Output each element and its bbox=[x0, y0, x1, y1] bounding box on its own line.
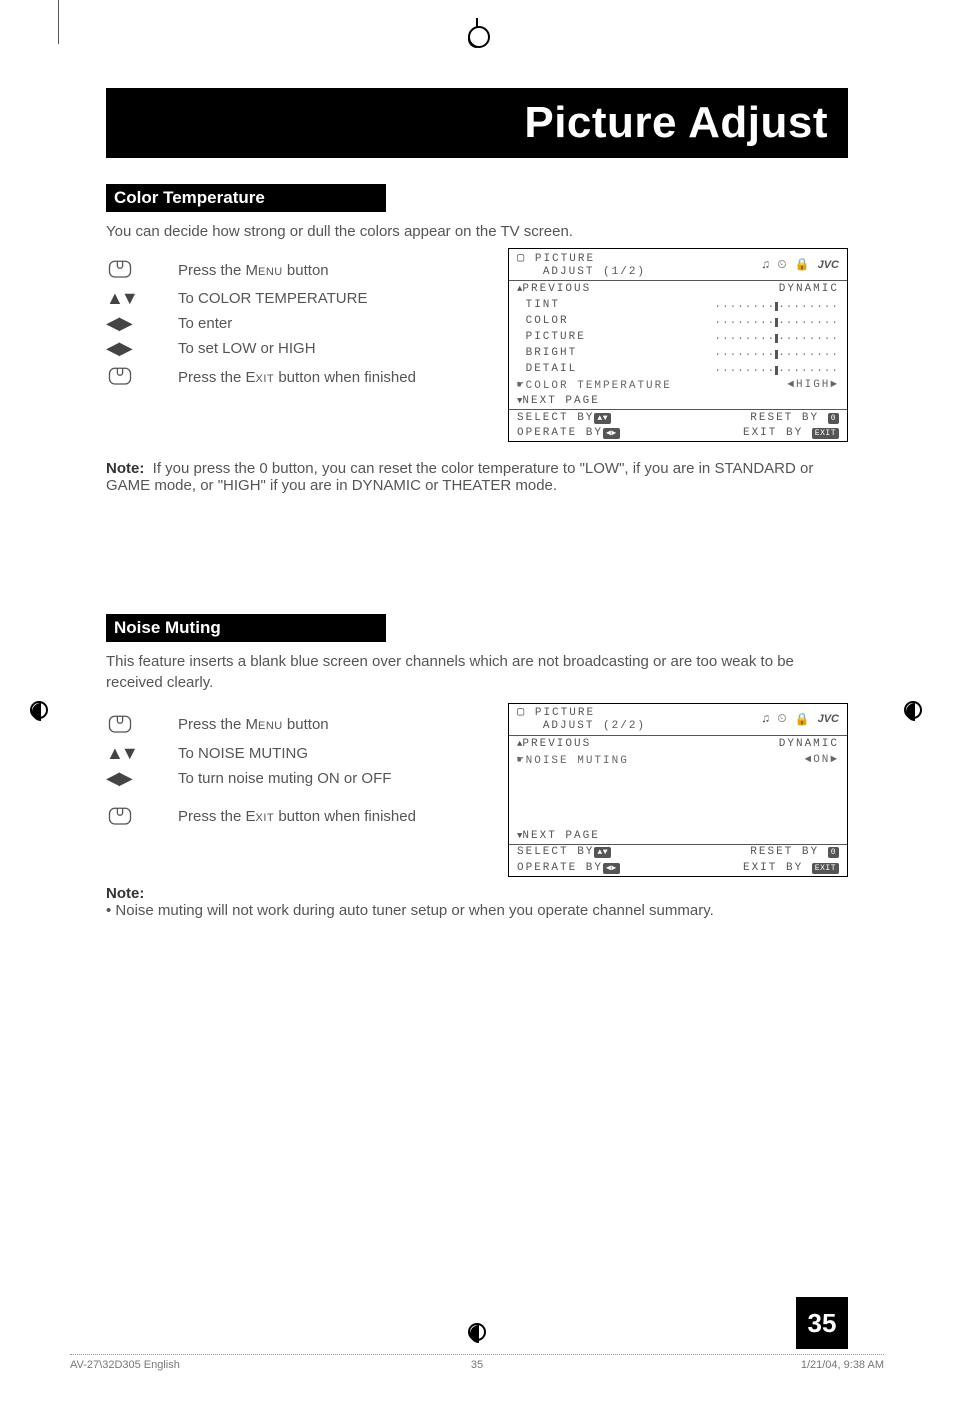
press-button-icon bbox=[106, 803, 152, 831]
osd-subtitle: ADJUST (1/2) bbox=[543, 266, 646, 278]
footer-mid: 35 bbox=[471, 1359, 483, 1371]
step-text: To turn noise muting ON or OFF bbox=[178, 770, 391, 787]
page-number: 35 bbox=[796, 1297, 848, 1349]
osd-title: PICTURE bbox=[535, 707, 595, 719]
press-button-icon bbox=[106, 256, 152, 284]
note-bullet: • Noise muting will not work during auto… bbox=[106, 902, 714, 919]
jvc-logo: JVC bbox=[818, 713, 839, 725]
step-text: Press the Exit button when finished bbox=[178, 808, 416, 825]
osd-title: PICTURE bbox=[535, 253, 595, 265]
clock-icon: ⏲ bbox=[777, 258, 786, 272]
clock-icon: ⏲ bbox=[777, 712, 786, 726]
step-text: Press the Exit button when finished bbox=[178, 369, 416, 386]
note-label: Note: bbox=[106, 885, 144, 902]
registration-mark-left bbox=[30, 701, 48, 719]
press-button-icon bbox=[106, 363, 152, 391]
intro-color-temperature: You can decide how strong or dull the co… bbox=[106, 222, 848, 242]
footer-left: AV-27\32D305 English bbox=[70, 1359, 180, 1371]
section-heading-noise-muting: Noise Muting bbox=[106, 614, 386, 642]
osd-picture-adjust-2: ▢ PICTURE ADJUST (2/2) ♫ ⏲ 🔒 JVC ▲PREVIO… bbox=[508, 703, 848, 877]
osd-picture-adjust-1: ▢ PICTURE ADJUST (1/2) ♫ ⏲ 🔒 JVC ▲PREVIO… bbox=[508, 248, 848, 442]
osd-subtitle: ADJUST (2/2) bbox=[543, 720, 646, 732]
left-right-icon: ◀ ▶ bbox=[106, 768, 152, 789]
lock-icon: 🔒 bbox=[795, 257, 810, 272]
registration-mark-right bbox=[904, 701, 922, 719]
left-right-icon: ◀ ▶ bbox=[106, 313, 152, 334]
print-footer: AV-27\32D305 English 35 1/21/04, 9:38 AM bbox=[70, 1354, 884, 1371]
step-text: Press the Menu button bbox=[178, 716, 329, 733]
note-body: If you press the 0 button, you can reset… bbox=[106, 460, 813, 494]
registration-mark-top bbox=[476, 18, 478, 40]
music-icon: ♫ bbox=[762, 712, 769, 726]
section-heading-color-temperature: Color Temperature bbox=[106, 184, 386, 212]
step-text: To COLOR TEMPERATURE bbox=[178, 290, 367, 307]
step-text: Press the Menu button bbox=[178, 262, 329, 279]
jvc-logo: JVC bbox=[818, 259, 839, 271]
step-text: To set LOW or HIGH bbox=[178, 340, 316, 357]
intro-noise-muting: This feature inserts a blank blue screen… bbox=[106, 652, 848, 693]
lock-icon: 🔒 bbox=[795, 712, 810, 727]
music-icon: ♫ bbox=[762, 258, 769, 272]
crop-mark bbox=[58, 0, 59, 44]
step-text: To enter bbox=[178, 315, 232, 332]
step-text: To NOISE MUTING bbox=[178, 745, 308, 762]
press-button-icon bbox=[106, 711, 152, 739]
note-label: Note: bbox=[106, 460, 144, 477]
left-right-icon: ◀ ▶ bbox=[106, 338, 152, 359]
up-down-icon: ▲▼ bbox=[106, 743, 152, 764]
page-title: Picture Adjust bbox=[106, 88, 848, 158]
footer-right: 1/21/04, 9:38 AM bbox=[801, 1359, 884, 1371]
registration-mark-bottom bbox=[468, 1323, 486, 1341]
up-down-icon: ▲▼ bbox=[106, 288, 152, 309]
